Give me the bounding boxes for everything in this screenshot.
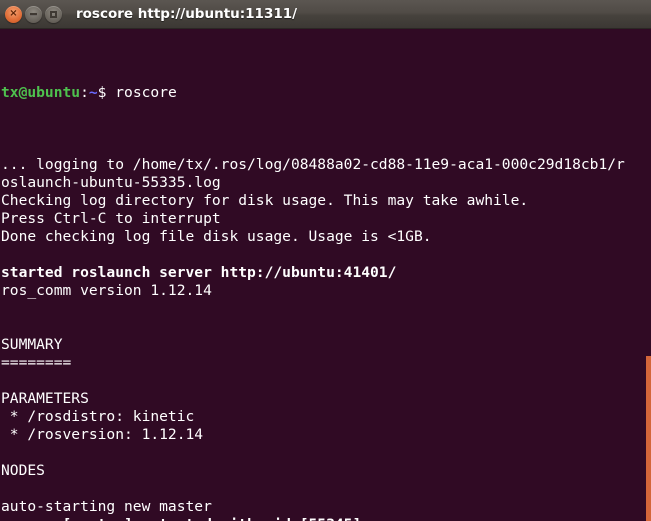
close-button[interactable]: × [5,5,22,23]
maximize-icon [50,10,57,18]
terminal-window: × roscore http://ubuntu:11311/ tx@ubuntu… [0,0,651,521]
minimize-icon [30,12,37,16]
terminal-line: auto-starting new master [1,498,212,515]
terminal-line: ======== [1,354,72,371]
window-titlebar[interactable]: × roscore http://ubuntu:11311/ [0,0,651,29]
maximize-button[interactable] [45,5,62,23]
terminal-line: Checking log directory for disk usage. T… [1,192,529,209]
terminal-line: process[master]: started with pid [55345… [1,516,651,521]
terminal-line: started roslaunch server http://ubuntu:4… [1,264,397,281]
close-icon: × [9,8,18,19]
terminal-line: ... logging to /home/tx/.ros/log/08488a0… [1,156,625,173]
terminal-screen: tx@ubuntu:~$ roscore ... logging to /hom… [1,30,651,521]
terminal-line: PARAMETERS [1,390,89,407]
terminal-body[interactable]: tx@ubuntu:~$ roscore ... logging to /hom… [0,29,651,521]
terminal-line: oslaunch-ubuntu-55335.log [1,174,221,191]
terminal-line: * /rosdistro: kinetic [1,408,195,425]
terminal-line: Done checking log file disk usage. Usage… [1,228,432,245]
prompt-path: ~ [88,84,98,101]
prompt-command: roscore [115,84,177,101]
window-title: roscore http://ubuntu:11311/ [76,6,298,22]
terminal-prompt-line: tx@ubuntu:~$ roscore [1,84,651,102]
terminal-line: NODES [1,462,45,479]
terminal-output: ... logging to /home/tx/.ros/log/08488a0… [1,156,651,521]
terminal-line: SUMMARY [1,336,63,353]
terminal-scrollbar[interactable] [645,29,651,521]
prompt-separator: : [80,84,89,101]
scrollbar-thumb[interactable] [646,356,651,521]
terminal-line: Press Ctrl-C to interrupt [1,210,221,227]
window-controls: × [0,5,62,23]
prompt-user-host: tx@ubuntu [1,84,81,101]
terminal-line: * /rosversion: 1.12.14 [1,426,204,443]
minimize-button[interactable] [25,5,42,23]
terminal-line: ros_comm version 1.12.14 [1,282,212,299]
